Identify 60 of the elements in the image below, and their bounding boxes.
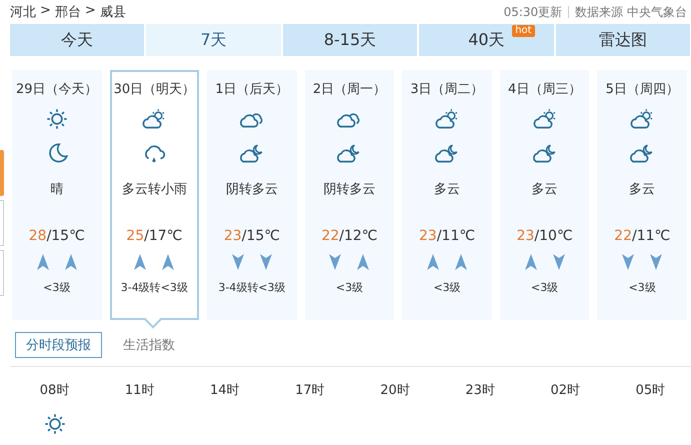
day-card[interactable]: 29日（今天） 晴 28/15℃ <3级: [12, 70, 102, 320]
day-date: 29日（今天）: [16, 81, 98, 98]
day-date: 4日（周三）: [508, 81, 582, 98]
day-date: 1日（后天）: [215, 81, 289, 98]
weather-text: 多云转小雨: [122, 181, 187, 198]
day-card[interactable]: 5日（周四） 多云 22/11℃ <3级: [597, 70, 687, 320]
hour-label: 17时: [295, 382, 325, 399]
hot-badge: hot: [512, 25, 535, 37]
hour-label: 08时: [40, 382, 70, 399]
day-card[interactable]: 3日（周二） 多云 23/11℃ <3级: [402, 70, 492, 320]
sub-tab[interactable]: 分时段预报: [15, 332, 102, 358]
forecast-tab[interactable]: 8-15天: [282, 24, 418, 56]
forecast-tab[interactable]: 雷达图: [556, 24, 690, 56]
weather-text: 阴转多云: [323, 181, 376, 198]
temperature: 25/17℃: [126, 228, 182, 244]
wind-level: 3-4级转<3级: [218, 280, 286, 295]
side-tab[interactable]: [0, 250, 4, 296]
wind-level: <3级: [628, 280, 656, 295]
hour-label: 14时: [210, 382, 240, 399]
breadcrumb-separator: >: [84, 3, 96, 20]
sub-tab[interactable]: 生活指数: [112, 332, 186, 358]
hour-label: 11时: [124, 382, 154, 399]
hour-label: 20时: [380, 382, 410, 399]
day-date: 5日（周四）: [606, 81, 679, 98]
side-tab[interactable]: [0, 200, 4, 246]
temperature: 22/11℃: [614, 228, 670, 244]
side-tab[interactable]: [0, 150, 4, 196]
day-card[interactable]: 2日（周一） 阴转多云 22/12℃ <3级: [304, 70, 394, 320]
day-card[interactable]: 1日（后天） 阴转多云 23/15℃ 3-4级转<3级: [207, 70, 297, 320]
forecast-tab[interactable]: 7天: [146, 24, 281, 56]
temperature: 22/12℃: [321, 228, 378, 244]
breadcrumb-link[interactable]: 邢台: [54, 3, 81, 21]
update-time: 05:30更新: [504, 4, 562, 20]
day-date: 2日（周一）: [312, 81, 386, 98]
hour-label: 02时: [550, 382, 580, 399]
weather-text: 晴: [50, 181, 64, 198]
weather-text: 多云: [629, 181, 656, 198]
wind-level: <3级: [336, 280, 364, 295]
day-date: 3日（周二）: [410, 81, 484, 98]
weather-text: 阴转多云: [226, 181, 278, 198]
breadcrumb-link[interactable]: 河北: [10, 3, 36, 21]
data-source: 数据来源 中央气象台: [575, 4, 687, 20]
temperature: 23/10℃: [516, 228, 573, 244]
wind-level: <3级: [531, 280, 558, 295]
wind-level: <3级: [43, 280, 70, 295]
hour-label: 23时: [465, 382, 495, 399]
weather-text: 多云: [434, 181, 460, 198]
wind-level: 3-4级转<3级: [120, 280, 188, 295]
breadcrumb-separator: >: [40, 3, 51, 20]
hour-label: 05时: [636, 382, 666, 399]
weather-text: 多云: [532, 181, 558, 198]
wind-level: <3级: [433, 280, 461, 295]
day-date: 30日（明天）: [114, 81, 196, 98]
temperature: 28/15℃: [28, 228, 85, 244]
temperature: 23/15℃: [224, 228, 280, 244]
day-card[interactable]: 4日（周三） 多云 23/10℃ <3级: [500, 70, 590, 320]
breadcrumb-link[interactable]: 威县: [100, 3, 126, 21]
forecast-tab[interactable]: 40天 hot: [419, 24, 554, 56]
forecast-tab[interactable]: 今天: [10, 24, 144, 56]
temperature: 23/11℃: [419, 228, 476, 244]
